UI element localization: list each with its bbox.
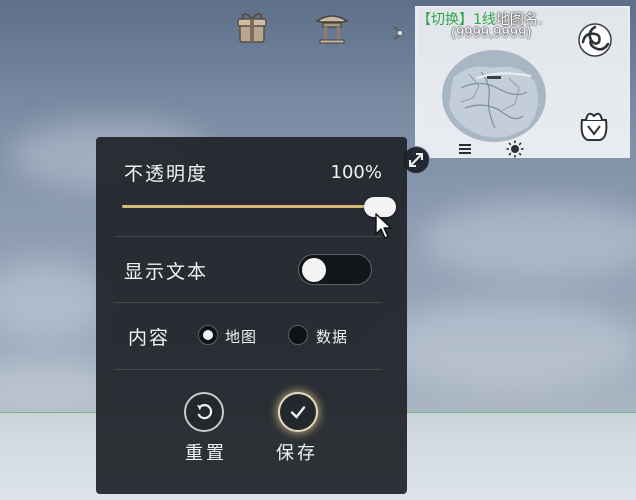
opacity-label: 不透明度 [124, 163, 209, 185]
spiral-icon[interactable] [575, 20, 615, 60]
opacity-slider-track[interactable] [122, 205, 380, 208]
opacity-value: 100% [330, 162, 382, 183]
divider [114, 302, 382, 303]
menu-icon[interactable] [458, 141, 472, 155]
reset-button[interactable] [184, 392, 224, 432]
show-text-toggle[interactable] [298, 254, 372, 285]
check-icon [290, 406, 306, 419]
arrow-icon[interactable] [390, 24, 408, 42]
bag-icon[interactable] [574, 104, 614, 144]
save-label[interactable]: 保存 [276, 439, 318, 465]
reset-label[interactable]: 重置 [185, 439, 227, 465]
save-button[interactable] [278, 392, 318, 432]
minimap[interactable]: 【切换】1线地图名. (9999,9999) [415, 6, 630, 158]
divider [114, 369, 382, 370]
radio-data-label[interactable]: 数据 [316, 326, 348, 347]
radio-data[interactable] [288, 325, 308, 345]
toggle-knob [302, 258, 326, 282]
divider [114, 236, 382, 237]
radio-map-label[interactable]: 地图 [225, 326, 257, 347]
minimap-settings-panel: 不透明度 100% 显示文本 内容 地图 数据 重置 保存 [96, 137, 407, 494]
gift-icon[interactable] [232, 8, 272, 48]
radio-map[interactable] [198, 325, 218, 345]
reset-icon [197, 404, 213, 420]
content-label: 内容 [128, 327, 171, 349]
map-view[interactable] [431, 48, 557, 144]
pavilion-icon[interactable] [312, 8, 352, 48]
expand-icon [409, 153, 423, 167]
sun-icon[interactable] [506, 140, 524, 158]
show-text-label: 显示文本 [124, 261, 209, 283]
map-coordinates: (9999,9999) [451, 26, 532, 41]
